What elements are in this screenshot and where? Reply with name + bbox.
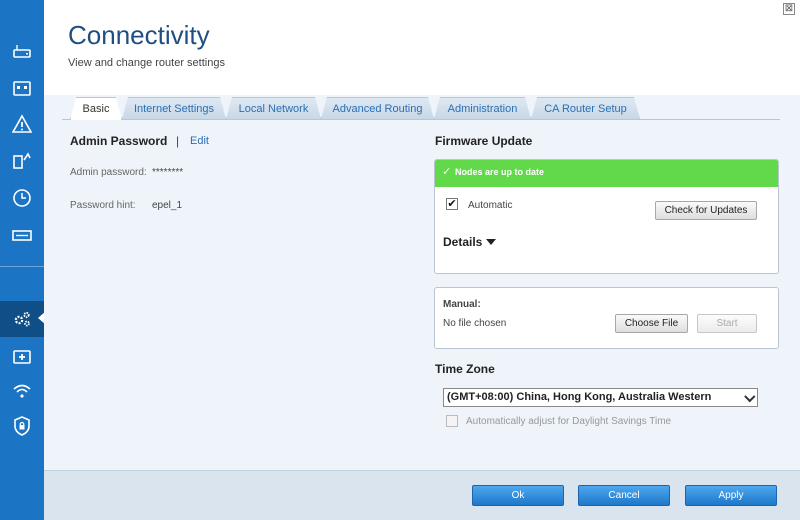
tab-ca-router-setup[interactable]: CA Router Setup bbox=[531, 97, 640, 119]
file-status: No file chosen bbox=[443, 318, 507, 329]
gear-icon[interactable] bbox=[0, 302, 44, 336]
cancel-button[interactable]: Cancel bbox=[578, 485, 670, 506]
wifi-icon[interactable] bbox=[0, 374, 44, 408]
admin-password-label: Admin password: bbox=[70, 167, 147, 178]
ok-button[interactable]: Ok bbox=[472, 485, 564, 506]
firmware-status: Nodes are up to date bbox=[455, 167, 545, 177]
automatic-checkbox[interactable]: ✔ bbox=[446, 198, 458, 210]
dst-label: Automatically adjust for Daylight Saving… bbox=[466, 416, 672, 427]
admin-password-value: ******** bbox=[152, 167, 184, 178]
checkmark-icon: ✓ bbox=[442, 165, 452, 178]
chevron-down-icon bbox=[744, 391, 756, 403]
edit-link[interactable]: Edit bbox=[190, 135, 209, 147]
page-title: Connectivity bbox=[68, 20, 210, 50]
warning-icon[interactable] bbox=[0, 107, 44, 141]
choose-file-button[interactable]: Choose File bbox=[615, 314, 688, 333]
manual-label: Manual: bbox=[443, 299, 481, 310]
tab-administration[interactable]: Administration bbox=[434, 97, 531, 119]
tab-advanced-routing[interactable]: Advanced Routing bbox=[321, 97, 434, 119]
time-zone-selected: (GMT+08:00) China, Hong Kong, Australia … bbox=[447, 391, 712, 403]
heading-separator: | bbox=[176, 134, 180, 148]
chevron-down-icon bbox=[486, 239, 496, 245]
admin-password-heading: Admin Password bbox=[70, 134, 168, 148]
password-hint-label: Password hint: bbox=[70, 200, 136, 211]
tab-internet-settings[interactable]: Internet Settings bbox=[122, 97, 226, 119]
details-toggle[interactable]: Details bbox=[443, 235, 482, 249]
time-zone-heading: Time Zone bbox=[435, 362, 495, 376]
speed-icon[interactable] bbox=[0, 218, 44, 252]
dst-checkbox[interactable] bbox=[446, 415, 458, 427]
check-for-updates-button[interactable]: Check for Updates bbox=[655, 201, 757, 220]
router-icon[interactable] bbox=[0, 35, 44, 69]
security-icon[interactable] bbox=[0, 409, 44, 443]
time-zone-select[interactable]: (GMT+08:00) China, Hong Kong, Australia … bbox=[443, 388, 758, 407]
tab-basic[interactable]: Basic bbox=[70, 97, 122, 120]
devices-icon[interactable] bbox=[0, 71, 44, 105]
close-icon[interactable]: ⊠ bbox=[783, 3, 795, 15]
automatic-label: Automatic bbox=[468, 200, 513, 211]
tab-local-network[interactable]: Local Network bbox=[226, 97, 321, 119]
troubleshoot-icon[interactable] bbox=[0, 339, 44, 373]
sidebar-divider bbox=[0, 266, 44, 267]
apply-button[interactable]: Apply bbox=[685, 485, 777, 506]
clock-icon[interactable] bbox=[0, 181, 44, 215]
password-hint-value: epel_1 bbox=[152, 200, 183, 211]
page-subtitle: View and change router settings bbox=[68, 57, 225, 69]
priority-icon[interactable] bbox=[0, 143, 44, 177]
tab-baseline bbox=[62, 119, 780, 120]
firmware-update-heading: Firmware Update bbox=[435, 134, 533, 148]
start-button[interactable]: Start bbox=[697, 314, 757, 333]
